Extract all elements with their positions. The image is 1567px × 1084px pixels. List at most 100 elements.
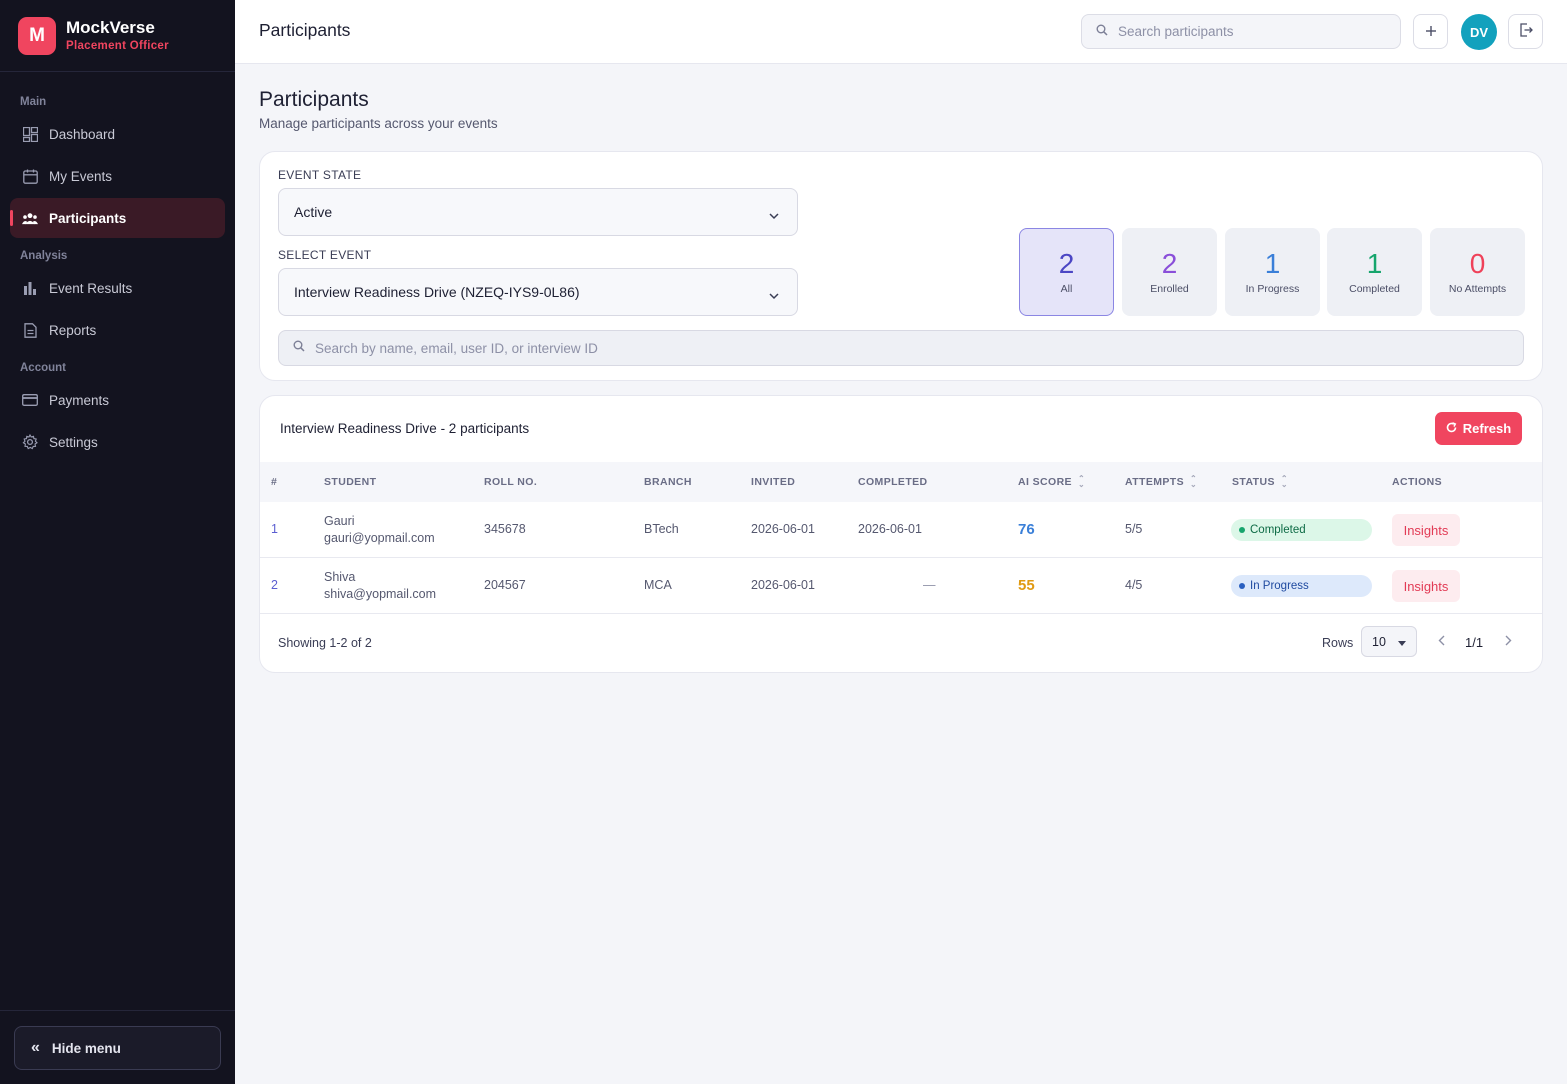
stat-completed[interactable]: 1 Completed — [1327, 228, 1422, 316]
nav-section-analysis: Analysis — [20, 250, 68, 262]
insights-button[interactable]: Insights — [1392, 514, 1460, 546]
next-page-button[interactable] — [1498, 631, 1518, 651]
sidebar-item-my-events[interactable]: My Events — [10, 156, 225, 196]
stat-label: All — [1060, 283, 1073, 295]
sidebar-item-label: Reports — [49, 322, 97, 338]
select-event-value: Interview Readiness Drive (NZEQ-IYS9-0L8… — [294, 284, 580, 300]
double-chevron-left-icon: « — [31, 1039, 40, 1056]
refresh-label: Refresh — [1462, 421, 1512, 436]
ai-score: 55 — [1018, 577, 1035, 594]
page-subtitle: Manage participants across your events — [259, 116, 498, 131]
event-state-value: Active — [294, 204, 333, 220]
select-event-select[interactable]: Interview Readiness Drive (NZEQ-IYS9-0L8… — [278, 268, 798, 316]
stat-value: 0 — [1469, 248, 1486, 279]
event-state-select[interactable]: Active — [278, 188, 798, 236]
rows-per-page-select[interactable]: 10 — [1361, 626, 1417, 657]
stat-value: 1 — [1366, 248, 1383, 279]
document-icon — [22, 322, 38, 338]
stat-no-attempts[interactable]: 0 No Attempts — [1430, 228, 1525, 316]
logout-button[interactable] — [1508, 14, 1543, 49]
search-icon — [1096, 23, 1108, 41]
sidebar-item-reports[interactable]: Reports — [10, 310, 225, 350]
row-index: 2 — [271, 578, 278, 592]
stat-label: No Attempts — [1448, 283, 1507, 295]
col-attempts[interactable]: ATTEMPTS ⌃ ⌄ — [1125, 474, 1198, 490]
status-badge: In Progress — [1231, 575, 1372, 597]
invited-date: 2026-06-01 — [751, 578, 815, 592]
top-bar: Participants DV — [235, 0, 1567, 64]
showing-count: Showing 1-2 of 2 — [278, 636, 372, 650]
prev-page-button[interactable] — [1431, 631, 1451, 651]
credit-card-icon — [22, 392, 38, 408]
hide-menu-button[interactable]: « Hide menu — [14, 1026, 221, 1070]
col-branch: BRANCH — [644, 476, 692, 488]
col-invited: INVITED — [751, 476, 796, 488]
stat-label: In Progress — [1245, 283, 1300, 295]
brand: M MockVerse Placement Officer — [0, 0, 235, 72]
invited-date: 2026-06-01 — [751, 522, 815, 536]
brand-role: Placement Officer — [66, 39, 169, 52]
col-status[interactable]: STATUS ⌃ ⌄ — [1232, 474, 1288, 490]
participant-search[interactable] — [278, 330, 1524, 366]
participants-table-card: Interview Readiness Drive - 2 participan… — [259, 395, 1543, 673]
topbar-title: Participants — [259, 20, 351, 40]
avatar[interactable]: DV — [1461, 14, 1497, 50]
sidebar-item-event-results[interactable]: Event Results — [10, 268, 225, 308]
sidebar-item-participants[interactable]: Participants — [10, 198, 225, 238]
branch: MCA — [644, 578, 672, 592]
filter-card: EVENT STATE Active SELECT EVENT Intervie… — [259, 151, 1543, 381]
sort-icon: ⌃ ⌄ — [1280, 474, 1288, 490]
row-index: 1 — [271, 522, 278, 536]
col-actions: ACTIONS — [1392, 476, 1443, 488]
add-button[interactable] — [1413, 14, 1448, 49]
people-icon — [22, 210, 38, 226]
rows-label: Rows — [1322, 636, 1354, 650]
col-index: # — [271, 476, 278, 488]
stat-value: 2 — [1058, 248, 1075, 279]
sidebar-item-dashboard[interactable]: Dashboard — [10, 114, 225, 154]
status-badge: Completed — [1231, 519, 1372, 541]
rows-per-page-value: 10 — [1372, 634, 1386, 649]
sidebar-item-label: My Events — [49, 168, 113, 184]
search-participants-input[interactable] — [1118, 24, 1378, 39]
table-row: 1 Gauri gauri@yopmail.com 345678 BTech 2… — [260, 502, 1542, 558]
stat-enrolled[interactable]: 2 Enrolled — [1122, 228, 1217, 316]
col-ai-score[interactable]: AI SCORE ⌃ ⌄ — [1018, 475, 1085, 489]
completed-date: — — [923, 578, 936, 592]
chevron-down-icon — [769, 207, 779, 220]
refresh-button[interactable]: Refresh — [1435, 412, 1522, 445]
col-student: STUDENT — [324, 476, 377, 488]
sidebar: M MockVerse Placement Officer Main Dashb… — [0, 0, 235, 1084]
event-state-label: EVENT STATE — [278, 168, 362, 182]
stat-all[interactable]: 2 All — [1019, 228, 1114, 316]
sidebar-item-label: Settings — [49, 434, 98, 450]
attempts: 5/5 — [1125, 522, 1143, 536]
branch: BTech — [644, 522, 679, 536]
chevron-down-icon — [769, 287, 779, 300]
sidebar-item-label: Participants — [49, 210, 127, 226]
insights-button[interactable]: Insights — [1392, 570, 1460, 602]
page-indicator: 1/1 — [1465, 635, 1484, 650]
logout-icon — [1519, 21, 1533, 42]
participant-search-input[interactable] — [315, 340, 1495, 356]
brand-logo: M — [18, 16, 56, 55]
bar-chart-icon — [22, 280, 38, 296]
top-search[interactable] — [1081, 14, 1401, 49]
stat-value: 1 — [1264, 248, 1281, 279]
student-name: Gauri — [324, 514, 355, 528]
table-footer: Showing 1-2 of 2 Rows 10 1/1 — [260, 614, 1542, 672]
brand-name: MockVerse — [66, 17, 155, 37]
sidebar-item-payments[interactable]: Payments — [10, 380, 225, 420]
sidebar-item-label: Dashboard — [49, 126, 116, 142]
student-name: Shiva — [324, 570, 356, 584]
stat-label: Enrolled — [1150, 283, 1189, 295]
student-email: gauri@yopmail.com — [324, 531, 435, 545]
table-row: 2 Shiva shiva@yopmail.com 204567 MCA 202… — [260, 558, 1542, 614]
refresh-icon — [1446, 421, 1457, 436]
sidebar-item-label: Payments — [49, 392, 110, 408]
stat-in-progress[interactable]: 1 In Progress — [1225, 228, 1320, 316]
stat-value: 2 — [1161, 248, 1178, 279]
sort-icon: ⌃ ⌄ — [1190, 474, 1198, 490]
sidebar-item-settings[interactable]: Settings — [10, 422, 225, 462]
caret-down-icon — [1398, 635, 1406, 649]
